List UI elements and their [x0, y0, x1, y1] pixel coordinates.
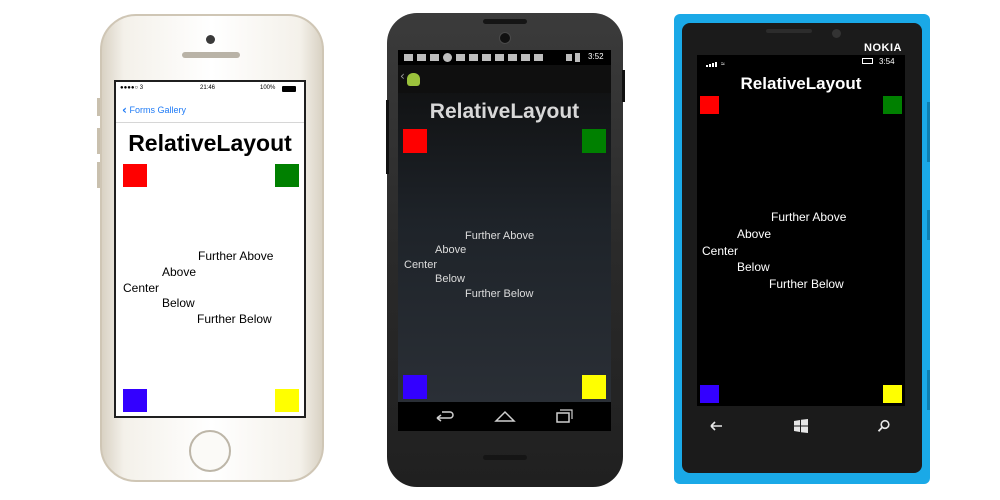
label-above: Above — [162, 265, 197, 279]
chat-icon — [534, 54, 543, 61]
mail-icon — [417, 54, 426, 61]
blue-box — [123, 389, 147, 412]
windows-start-icon[interactable] — [793, 418, 809, 434]
label-further-below: Further Below — [197, 312, 272, 326]
battery-icon — [282, 86, 296, 92]
android-clock: 3:52 — [588, 52, 604, 61]
green-box — [275, 164, 299, 187]
ios-carrier: ●●●●○ 3 — [120, 85, 144, 91]
wp-clock: 3:54 — [879, 57, 895, 66]
home-icon[interactable] — [494, 409, 516, 423]
page-title: RelativeLayout — [740, 74, 862, 93]
chevron-left-icon: ‹ — [400, 69, 405, 83]
android-action-bar: ‹ — [398, 65, 611, 93]
signal-icon — [706, 65, 708, 67]
nokia-earpiece — [766, 29, 812, 33]
android-camera — [499, 32, 511, 44]
label-center: Center — [404, 259, 438, 271]
red-box — [123, 164, 147, 187]
android-earpiece — [483, 19, 527, 24]
blue-box — [700, 385, 719, 403]
label-below: Below — [737, 260, 770, 274]
ios-screen: ●●●●○ 3 21:46 100% ‹ Forms Gallery Relat… — [114, 80, 306, 418]
label-below: Below — [162, 296, 195, 310]
green-box — [883, 96, 902, 114]
iphone-camera — [206, 35, 215, 44]
android-power-button — [622, 70, 625, 102]
ios-clock: 21:46 — [200, 85, 216, 91]
battery-icon — [862, 58, 873, 64]
nokia-camera-button — [927, 370, 930, 410]
android-navigation-bar — [398, 402, 611, 431]
yellow-box — [275, 389, 299, 412]
label-center: Center — [123, 281, 160, 295]
green-box — [582, 129, 606, 153]
iphone-home-button[interactable] — [189, 430, 231, 472]
back-icon[interactable] — [708, 419, 724, 433]
iphone-volume-up — [97, 128, 100, 154]
label-further-below: Further Below — [465, 288, 534, 300]
label-further-above: Further Above — [198, 249, 274, 263]
person-icon — [495, 54, 504, 61]
facebook-icon — [469, 54, 478, 61]
recents-icon[interactable] — [555, 408, 573, 424]
android-speaker — [483, 455, 527, 460]
android-status-bar: 3:52 — [398, 50, 611, 65]
iphone-volume-down — [97, 162, 100, 188]
label-below: Below — [435, 273, 465, 285]
nokia-front-camera — [832, 29, 841, 38]
windows-phone-screen: ≈ 3:54 RelativeLayout Further Above Abov… — [697, 55, 905, 406]
message-icon — [404, 54, 413, 61]
red-box — [403, 129, 427, 153]
label-further-below: Further Below — [769, 277, 844, 291]
signal-icon — [566, 54, 572, 61]
iphone-earpiece — [182, 52, 240, 58]
yellow-box — [582, 375, 606, 399]
back-icon[interactable] — [435, 409, 455, 423]
youtube-icon — [508, 54, 517, 61]
label-further-above: Further Above — [465, 230, 535, 242]
voicemail-icon — [521, 54, 530, 61]
hangouts-icon — [443, 53, 452, 62]
chevron-left-icon: ‹ — [122, 103, 127, 117]
label-center: Center — [702, 244, 739, 258]
blue-box — [403, 375, 427, 399]
calendar-icon — [482, 54, 491, 61]
back-button-label: Forms Gallery — [129, 105, 186, 115]
label-above: Above — [737, 227, 772, 241]
red-box — [700, 96, 719, 114]
iphone-mute-switch — [97, 98, 100, 116]
android-screen: 3:52 ‹ RelativeLayout Further Above Abov… — [398, 50, 611, 431]
wifi-icon: ≈ — [721, 61, 725, 68]
notification-icon — [456, 54, 465, 61]
label-further-above: Further Above — [771, 210, 847, 224]
nokia-volume-button — [927, 102, 930, 162]
up-button[interactable]: ‹ — [400, 69, 424, 88]
android-logo-icon — [407, 73, 420, 86]
ios-battery-percent: 100% — [260, 85, 276, 91]
label-above: Above — [435, 244, 467, 256]
nokia-power-button — [927, 210, 930, 240]
image-icon — [430, 54, 439, 61]
search-icon[interactable] — [877, 419, 891, 433]
nokia-logo: NOKIA — [864, 42, 902, 54]
battery-icon — [575, 53, 580, 62]
android-side-button — [386, 100, 389, 174]
page-title: RelativeLayout — [128, 130, 292, 156]
ios-status-bar: ●●●●○ 3 21:46 100% — [116, 84, 304, 96]
yellow-box — [883, 385, 902, 403]
ios-navigation-bar: ‹ Forms Gallery — [116, 98, 304, 123]
back-button[interactable]: ‹ Forms Gallery — [122, 103, 186, 117]
page-title: RelativeLayout — [429, 100, 580, 123]
